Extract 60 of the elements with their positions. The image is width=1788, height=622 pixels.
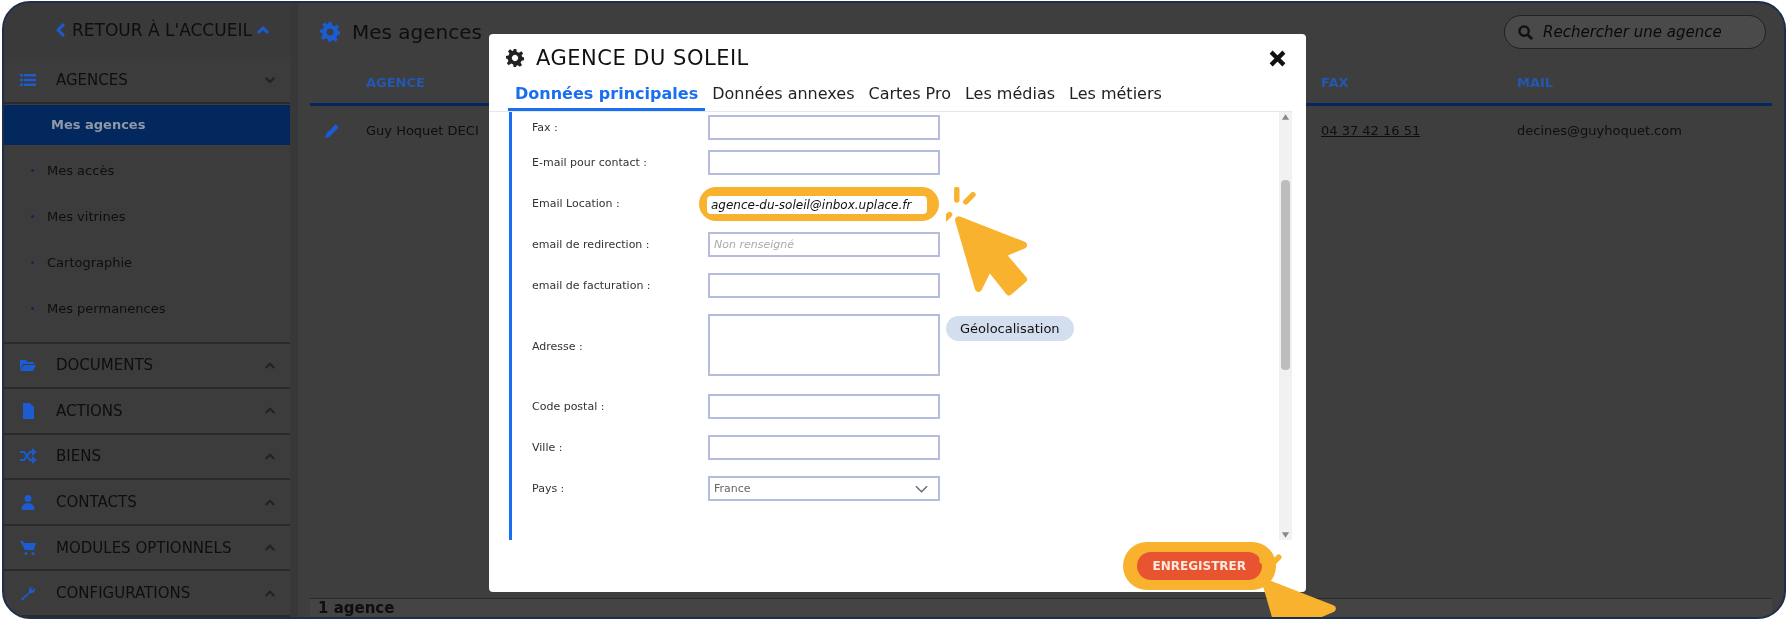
chevron-up-icon bbox=[264, 451, 276, 461]
bullet-icon bbox=[31, 307, 34, 311]
close-icon[interactable] bbox=[1269, 49, 1286, 67]
chevron-up-icon bbox=[264, 406, 276, 416]
modal-title: AGENCE DU SOLEIL bbox=[536, 46, 750, 70]
tab[interactable]: Les métiers bbox=[1062, 78, 1169, 111]
chevron-down-icon bbox=[915, 484, 928, 493]
field-label: Email Location : bbox=[532, 197, 621, 210]
gear-icon bbox=[320, 22, 340, 42]
column-header: AGENCE bbox=[366, 74, 426, 90]
chevron-up-icon bbox=[264, 588, 276, 598]
address-field[interactable] bbox=[708, 314, 940, 376]
input-field[interactable] bbox=[708, 150, 940, 175]
field-label: E-mail pour contact : bbox=[532, 156, 649, 169]
tab[interactable]: Données annexes bbox=[705, 78, 862, 111]
wrench-icon bbox=[20, 585, 36, 602]
arrow-up-icon[interactable] bbox=[1281, 114, 1290, 120]
user-icon bbox=[20, 494, 36, 511]
list-icon bbox=[20, 71, 36, 88]
tab[interactable]: Données principales bbox=[508, 78, 706, 111]
scrollbar[interactable] bbox=[1279, 112, 1292, 540]
chevron-up-icon[interactable] bbox=[256, 25, 270, 36]
geolocation-button[interactable]: Géolocalisation bbox=[946, 316, 1074, 341]
shuffle-icon bbox=[20, 448, 36, 465]
input-field[interactable] bbox=[708, 273, 940, 298]
chevron-up-icon bbox=[264, 360, 276, 370]
input-field[interactable]: Non renseigné bbox=[708, 232, 940, 257]
search-icon bbox=[1518, 25, 1533, 40]
input-field[interactable] bbox=[708, 114, 940, 140]
tab[interactable]: Cartes Pro bbox=[861, 78, 958, 111]
input-field[interactable] bbox=[708, 435, 940, 460]
gear-icon bbox=[506, 49, 524, 67]
input-field[interactable] bbox=[708, 394, 940, 419]
field-label: email de facturation : bbox=[532, 279, 652, 292]
tab[interactable]: Les médias bbox=[957, 78, 1063, 111]
field-label: Ville : bbox=[532, 441, 564, 454]
save-button[interactable]: ENREGISTRER bbox=[1136, 552, 1262, 580]
input-field[interactable]: agence-du-soleil@inbox.uplace.fr bbox=[707, 195, 927, 214]
field-label: Fax : bbox=[532, 120, 559, 134]
field-label: Adresse : bbox=[532, 339, 584, 353]
folder-icon bbox=[20, 357, 36, 374]
field-label: email de redirection : bbox=[532, 238, 651, 251]
chevron-down-icon bbox=[264, 75, 276, 85]
field-label: Code postal : bbox=[532, 400, 606, 413]
arrow-down-icon[interactable] bbox=[1281, 532, 1290, 538]
chevron-up-icon bbox=[264, 497, 276, 507]
chevron-up-icon bbox=[264, 543, 276, 553]
bullet-icon bbox=[31, 261, 34, 265]
cart-icon bbox=[20, 539, 36, 556]
file-icon bbox=[20, 402, 36, 419]
column-header: FAX bbox=[1321, 74, 1350, 90]
country-select[interactable]: France bbox=[708, 476, 940, 501]
bullet-icon bbox=[31, 215, 34, 219]
bullet-icon bbox=[31, 169, 34, 173]
field-label: Pays : bbox=[532, 482, 566, 495]
sidebar-item[interactable]: Mes agences bbox=[4, 104, 290, 145]
pencil-icon[interactable] bbox=[324, 121, 341, 139]
chevron-left-icon bbox=[56, 22, 66, 39]
column-header: MAIL bbox=[1517, 74, 1555, 90]
search-field[interactable]: Rechercher une agence bbox=[1504, 15, 1766, 49]
